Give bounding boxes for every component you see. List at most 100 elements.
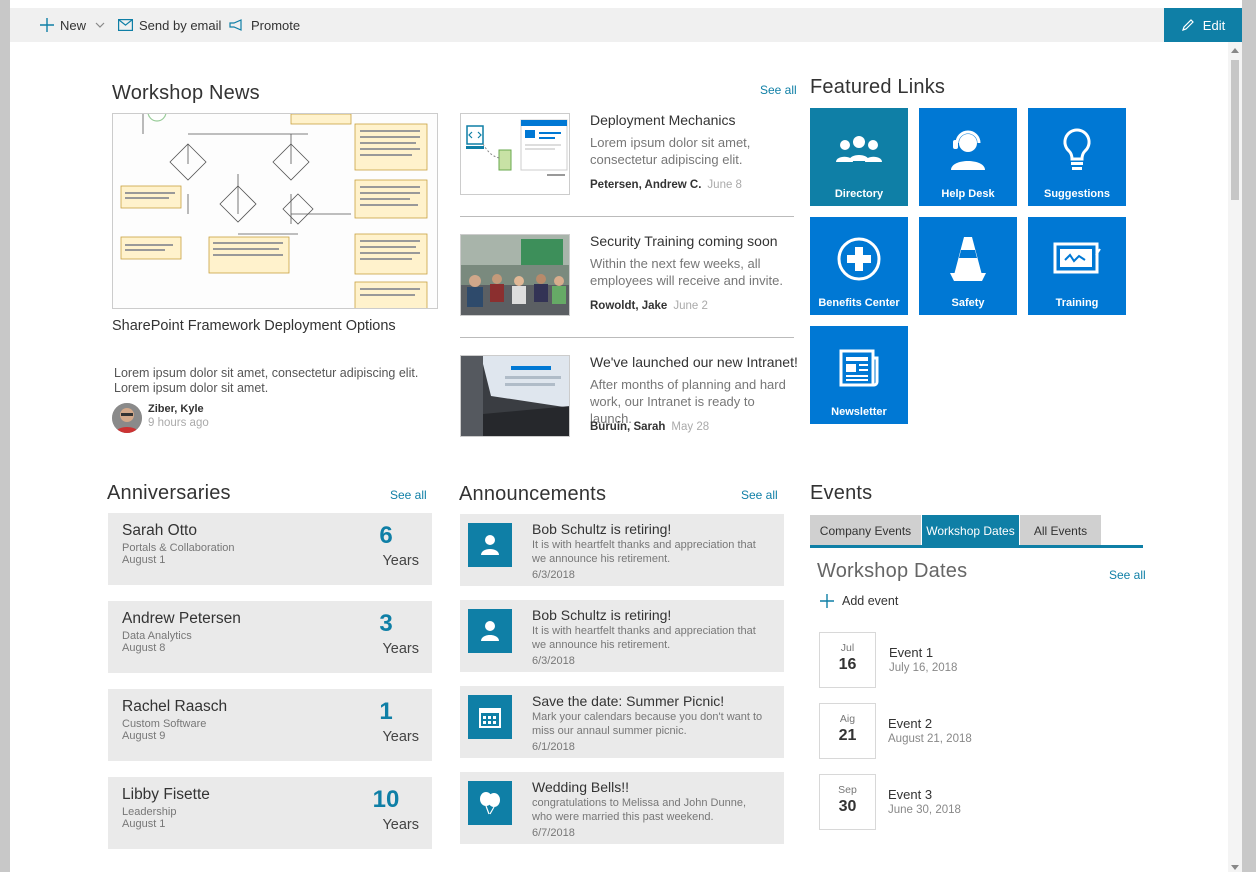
event-month: Jul (840, 642, 855, 654)
promote-button[interactable]: Promote (229, 8, 300, 42)
event-date-badge: Sep 30 (819, 774, 876, 830)
hero-image-flowchart[interactable] (112, 113, 438, 309)
tile-newsletter[interactable]: Newsletter (810, 326, 908, 424)
scrollbar[interactable] (1228, 42, 1242, 872)
mail-icon (118, 19, 133, 31)
announcement-date: 6/1/2018 (532, 741, 575, 753)
author-avatar (112, 403, 142, 433)
edit-label: Edit (1202, 17, 1226, 33)
edit-button[interactable]: Edit (1164, 8, 1242, 42)
anniversary-card[interactable]: Libby Fisette Leadership August 1 10 Yea… (108, 777, 432, 849)
anniversary-years-count: 6 (379, 522, 393, 549)
tab-all-events[interactable]: All Events (1020, 515, 1101, 546)
hero-author[interactable]: Ziber, Kyle (148, 403, 204, 415)
announcement-line: miss our annaul summer picnic. (532, 724, 687, 737)
anniversary-years-label: Years (382, 729, 419, 745)
announcement-line: who were married this past weekend. (532, 810, 714, 823)
workshop-dates-heading: Workshop Dates (817, 560, 968, 582)
headset-icon (951, 130, 985, 170)
tile-help-desk[interactable]: Help Desk (919, 108, 1017, 206)
anniversary-card[interactable]: Rachel Raasch Custom Software August 9 1… (108, 689, 432, 761)
anniversary-dept: Leadership (122, 806, 177, 818)
news-item-title[interactable]: We've launched our new Intranet! (590, 354, 798, 370)
news-item-byline: Buruin, Sarah May 28 (590, 417, 709, 435)
announcement-title: Bob Schultz is retiring! (532, 607, 672, 623)
send-by-email-button[interactable]: Send by email (118, 8, 221, 42)
tile-training[interactable]: Training (1028, 217, 1126, 315)
announcement-card[interactable]: Bob Schultz is retiring! It is with hear… (460, 600, 784, 672)
tab-workshop-dates[interactable]: Workshop Dates (922, 515, 1019, 546)
events-see-all-link[interactable]: See all (1109, 568, 1146, 582)
tile-label: Newsletter (831, 406, 887, 418)
tile-label: Help Desk (941, 188, 995, 200)
news-item-author[interactable]: Buruin, Sarah (590, 421, 665, 433)
newspaper-icon (839, 349, 879, 387)
announcement-card[interactable]: Save the date: Summer Picnic! Mark your … (460, 686, 784, 758)
announcements-see-all-link[interactable]: See all (741, 488, 778, 502)
chevron-down-icon[interactable] (94, 19, 106, 31)
announcement-body: congratulations to Melissa and John Dunn… (532, 797, 777, 824)
announcement-body: It is with heartfelt thanks and apprecia… (532, 539, 777, 566)
news-item-body: Lorem ipsum dolor sit amet, consectetur … (590, 135, 751, 167)
news-see-all-link[interactable]: See all (760, 83, 797, 97)
person-icon (481, 621, 499, 641)
news-thumb-diagram[interactable] (460, 113, 570, 195)
tile-benefits-center[interactable]: Benefits Center (810, 217, 908, 315)
anniversary-card[interactable]: Andrew Petersen Data Analytics August 8 … (108, 601, 432, 673)
announcement-card[interactable]: Bob Schultz is retiring! It is with hear… (460, 514, 784, 586)
announcement-body: Mark your calendars because you don't wa… (532, 711, 777, 738)
anniversary-dept: Portals & Collaboration (122, 542, 235, 554)
laptop-photo (461, 356, 569, 436)
news-item-title[interactable]: Security Training coming soon (590, 233, 778, 249)
announcement-body: It is with heartfelt thanks and apprecia… (532, 625, 777, 652)
news-item-date: June 8 (707, 179, 742, 191)
news-item-author[interactable]: Petersen, Andrew C. (590, 179, 701, 191)
command-bar: New Send by email Promote Edit (10, 8, 1242, 42)
scroll-up-icon[interactable] (1231, 48, 1239, 53)
news-item-title[interactable]: Deployment Mechanics (590, 112, 736, 128)
news-thumb-laptop[interactable] (460, 355, 570, 437)
tile-suggestions[interactable]: Suggestions (1028, 108, 1126, 206)
anniversary-card[interactable]: Sarah Otto Portals & Collaboration Augus… (108, 513, 432, 585)
tile-label: Benefits Center (818, 297, 900, 309)
event-month: Aig (839, 713, 856, 725)
event-date: June 30, 2018 (888, 804, 961, 816)
tile-safety[interactable]: Safety (919, 217, 1017, 315)
new-label: New (60, 17, 87, 33)
news-divider (460, 337, 794, 338)
new-button[interactable]: New (40, 8, 112, 42)
hero-news-body: Lorem ipsum dolor sit amet, consectetur … (114, 366, 419, 395)
tab-company-events[interactable]: Company Events (810, 515, 921, 546)
tabs-underline (810, 545, 1143, 548)
news-item-body: Within the next few weeks, all employees… (590, 256, 783, 288)
anniversaries-see-all-link[interactable]: See all (390, 488, 427, 502)
news-item-author[interactable]: Rowoldt, Jake (590, 300, 667, 312)
medical-cross-icon (837, 237, 881, 281)
announcement-card[interactable]: Wedding Bells!! congratulations to Melis… (460, 772, 784, 844)
events-heading: Events (810, 482, 873, 504)
page-frame: New Send by email Promote Edit Workshop … (10, 0, 1242, 872)
tile-directory[interactable]: Directory (810, 108, 908, 206)
featured-links-heading: Featured Links (810, 76, 946, 98)
event-title[interactable]: Event 3 (888, 787, 932, 802)
whiteboard-icon (1053, 242, 1101, 274)
announcements-heading: Announcements (459, 483, 607, 505)
news-divider (460, 216, 794, 217)
megaphone-icon (229, 19, 242, 31)
event-title[interactable]: Event 1 (889, 645, 933, 660)
hero-date: 9 hours ago (148, 417, 209, 429)
announcement-title: Wedding Bells!! (532, 779, 630, 795)
add-event-button[interactable]: Add event (820, 594, 898, 608)
event-day: 21 (838, 727, 857, 744)
event-title[interactable]: Event 2 (888, 716, 932, 731)
anniversary-name: Rachel Raasch (122, 698, 228, 715)
scroll-thumb[interactable] (1231, 60, 1239, 200)
people-icon (836, 136, 882, 162)
lightbulb-icon (1063, 128, 1091, 170)
anniversary-dept: Custom Software (122, 718, 207, 730)
scroll-down-icon[interactable] (1231, 865, 1239, 870)
anniversary-years-count: 10 (372, 786, 400, 813)
hero-news-title[interactable]: SharePoint Framework Deployment Options (112, 318, 396, 334)
news-thumb-classroom[interactable] (460, 234, 570, 316)
event-date-badge: Jul 16 (819, 632, 876, 688)
